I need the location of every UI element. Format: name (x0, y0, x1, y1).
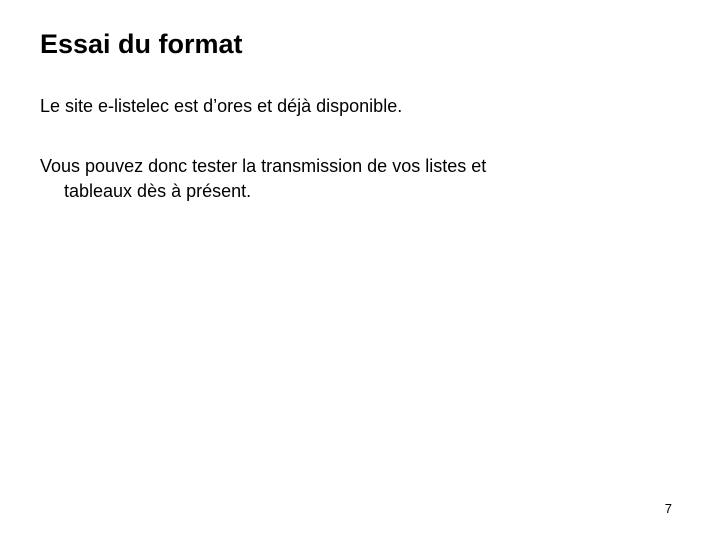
page-number: 7 (665, 501, 672, 516)
paragraph-2: Vous pouvez donc tester la transmission … (40, 154, 680, 204)
slide-title: Essai du format (40, 28, 680, 60)
paragraph-2-line-1: Vous pouvez donc tester la transmission … (40, 156, 486, 176)
paragraph-1: Le site e-listelec est d’ores et déjà di… (40, 94, 680, 119)
paragraph-2-line-2: tableaux dès à présent. (40, 181, 251, 201)
slide-container: Essai du format Le site e-listelec est d… (0, 0, 720, 540)
